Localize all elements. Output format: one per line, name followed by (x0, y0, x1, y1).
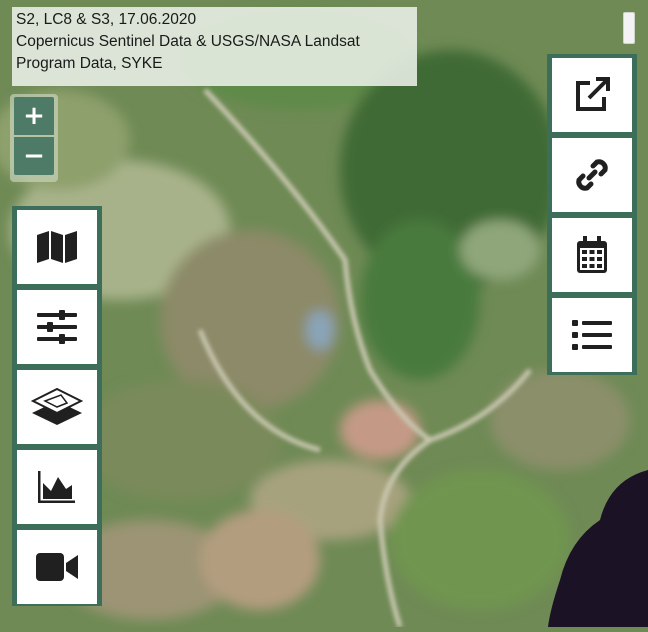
zoom-out-button[interactable]: − (14, 137, 54, 175)
map-icon (37, 231, 77, 263)
sliders-icon (37, 310, 77, 344)
share-button[interactable] (552, 58, 632, 132)
link-icon (576, 159, 608, 191)
list-icon (572, 320, 612, 350)
video-camera-icon (36, 553, 78, 581)
settings-button[interactable] (17, 290, 97, 364)
visualization-button[interactable] (17, 210, 97, 284)
date-picker-button[interactable] (552, 218, 632, 292)
zoom-control: + − (10, 94, 58, 182)
timelapse-button[interactable] (17, 530, 97, 604)
layers-icon (31, 387, 83, 425)
results-list-button[interactable] (552, 298, 632, 372)
right-toolbar (547, 54, 637, 375)
external-link-icon (576, 77, 610, 111)
pin-link-button[interactable] (552, 138, 632, 212)
map-attribution: S2, LC8 & S3, 17.06.2020 Copernicus Sent… (12, 7, 417, 86)
layers-button[interactable] (17, 370, 97, 444)
area-chart-icon (38, 471, 75, 503)
scrollbar-thumb[interactable] (623, 12, 635, 44)
zoom-in-button[interactable]: + (14, 97, 54, 135)
attribution-credit-cont: Program Data, SYKE (16, 55, 163, 72)
attribution-dataset: S2, LC8 & S3, 17.06.2020 (16, 11, 197, 28)
calendar-icon (577, 236, 607, 273)
statistics-button[interactable] (17, 450, 97, 524)
attribution-credit: Copernicus Sentinel Data & USGS/NASA Lan… (16, 33, 360, 50)
left-toolbar (12, 206, 102, 606)
